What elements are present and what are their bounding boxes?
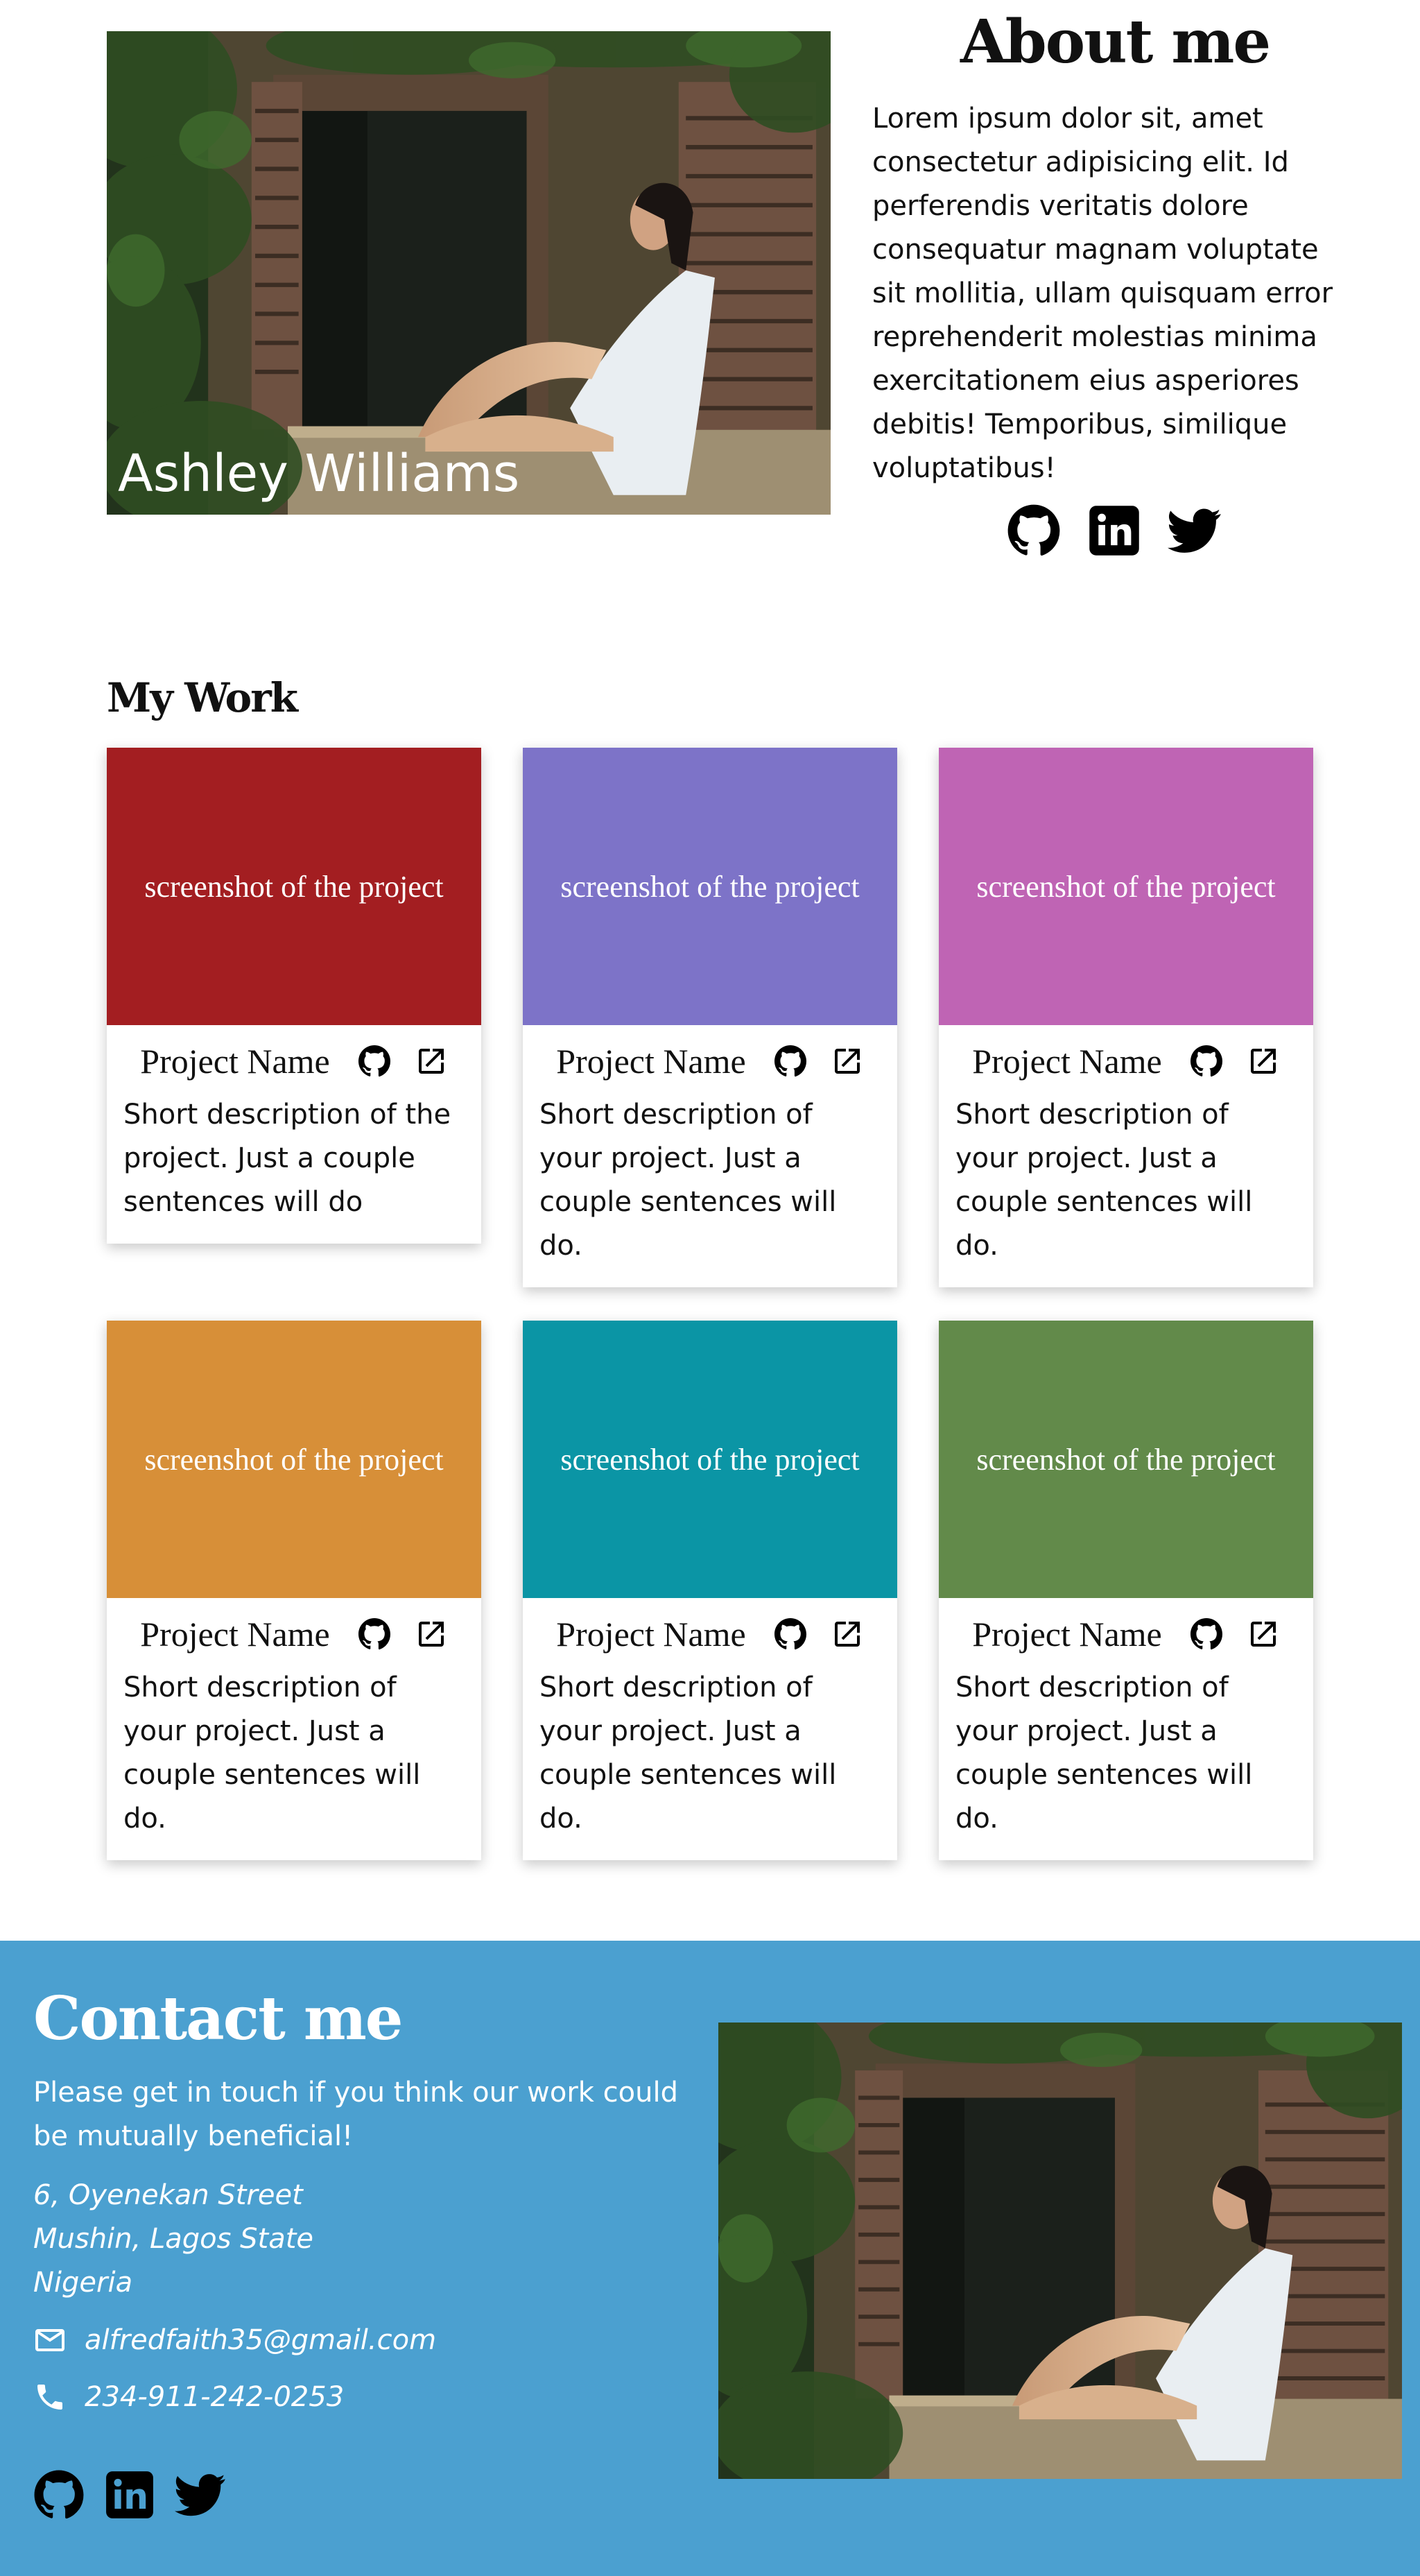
project-description: Short description of your project. Just … xyxy=(955,1672,1253,1835)
project-card: screenshot of the project Project Name Sho… xyxy=(107,748,481,1244)
github-icon[interactable] xyxy=(33,2469,85,2521)
project-name: Project Name xyxy=(556,1615,746,1654)
project-screenshot[interactable]: screenshot of the project xyxy=(523,748,897,1025)
project-header: Project Name xyxy=(939,1029,1313,1093)
contact-phone[interactable]: 234-911-242-0253 xyxy=(85,2381,344,2413)
contact-intro: Please get in touch if you think our wor… xyxy=(33,2077,678,2152)
address-line: Mushin, Lagos State xyxy=(33,2223,314,2255)
contact-social-links xyxy=(33,2469,226,2521)
project-screenshot[interactable]: screenshot of the project xyxy=(523,1321,897,1598)
address-line: Nigeria xyxy=(33,2267,133,2299)
about-text: Lorem ipsum dolor sit, amet consectetur … xyxy=(872,103,1333,484)
contact-title: Contact me xyxy=(33,1984,404,2054)
project-header: Project Name xyxy=(523,1602,897,1666)
twitter-icon[interactable] xyxy=(175,2469,226,2521)
github-icon[interactable] xyxy=(1190,1617,1223,1651)
github-icon[interactable] xyxy=(774,1617,807,1651)
hero-name: Ashley Williams xyxy=(118,444,520,504)
project-card: screenshot of the project Project Name Sho… xyxy=(107,1321,481,1860)
external-link-icon[interactable] xyxy=(415,1045,448,1078)
contact-photo xyxy=(718,2023,1402,2479)
external-link-icon[interactable] xyxy=(1247,1617,1280,1651)
address-line: 6, Oyenekan Street xyxy=(33,2179,303,2211)
project-header: Project Name xyxy=(107,1602,481,1666)
project-screenshot[interactable]: screenshot of the project xyxy=(107,1321,481,1598)
project-header: Project Name xyxy=(939,1602,1313,1666)
github-icon[interactable] xyxy=(774,1045,807,1078)
github-icon[interactable] xyxy=(358,1045,391,1078)
project-description: Short description of your project. Just … xyxy=(539,1672,837,1835)
external-link-icon[interactable] xyxy=(415,1617,448,1651)
project-description: Short description of your project. Just … xyxy=(539,1099,837,1262)
project-header: Project Name xyxy=(107,1029,481,1093)
contact-email[interactable]: alfredfaith35@gmail.com xyxy=(85,2324,436,2356)
external-link-icon[interactable] xyxy=(831,1617,864,1651)
project-card: screenshot of the project Project Name Sho… xyxy=(523,1321,897,1860)
phone-icon xyxy=(33,2380,67,2414)
project-name: Project Name xyxy=(140,1615,330,1654)
project-description: Short description of your project. Just … xyxy=(123,1672,421,1835)
contact-address: 6, Oyenekan Street Mushin, Lagos State N… xyxy=(33,2174,313,2305)
mail-icon xyxy=(33,2324,67,2357)
project-card: screenshot of the project Project Name Sho… xyxy=(939,1321,1313,1860)
project-description: Short description of your project. Just … xyxy=(955,1099,1253,1262)
project-card: screenshot of the project Project Name Sho… xyxy=(939,748,1313,1287)
twitter-icon[interactable] xyxy=(1168,504,1222,558)
work-title: My Work xyxy=(107,674,298,721)
contact-email-row[interactable]: alfredfaith35@gmail.com xyxy=(33,2324,436,2357)
contact-section: Contact me Please get in touch if you th… xyxy=(0,1941,1420,2576)
project-screenshot[interactable]: screenshot of the project xyxy=(939,1321,1313,1598)
hero-photo xyxy=(107,31,831,515)
project-screenshot[interactable]: screenshot of the project xyxy=(107,748,481,1025)
github-icon[interactable] xyxy=(1190,1045,1223,1078)
about-social-links xyxy=(1007,504,1222,558)
github-icon[interactable] xyxy=(358,1617,391,1651)
linkedin-icon[interactable] xyxy=(1087,504,1141,558)
project-name: Project Name xyxy=(556,1042,746,1081)
external-link-icon[interactable] xyxy=(1247,1045,1280,1078)
github-icon[interactable] xyxy=(1007,504,1061,558)
project-screenshot[interactable]: screenshot of the project xyxy=(939,748,1313,1025)
project-header: Project Name xyxy=(523,1029,897,1093)
contact-phone-row[interactable]: 234-911-242-0253 xyxy=(33,2380,344,2414)
project-name: Project Name xyxy=(972,1042,1162,1081)
about-title: About me xyxy=(960,7,1271,77)
project-name: Project Name xyxy=(140,1042,330,1081)
external-link-icon[interactable] xyxy=(831,1045,864,1078)
project-name: Project Name xyxy=(972,1615,1162,1654)
project-description: Short description of the project. Just a… xyxy=(123,1099,451,1218)
linkedin-icon[interactable] xyxy=(104,2469,155,2521)
project-card: screenshot of the project Project Name Sho… xyxy=(523,748,897,1287)
